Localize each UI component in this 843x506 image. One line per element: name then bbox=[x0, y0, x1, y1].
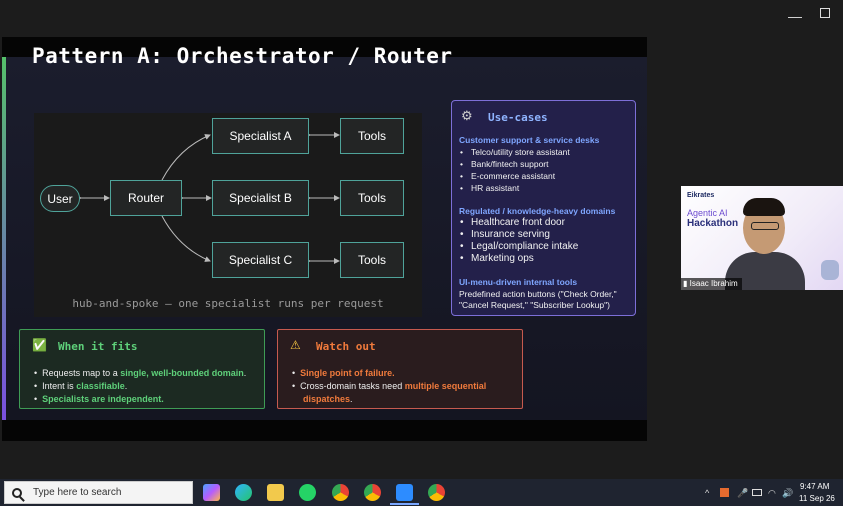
clock-time[interactable]: 9:47 AM bbox=[800, 482, 829, 491]
taskbar: Type here to search ^ 🎤 ◠ 🔊 9:47 AM 11 S… bbox=[0, 479, 843, 506]
copilot-icon[interactable] bbox=[203, 484, 220, 501]
node-user: User bbox=[40, 185, 80, 212]
node-tools-a: Tools bbox=[340, 118, 404, 154]
wifi-icon[interactable]: ◠ bbox=[768, 488, 776, 499]
list-item: • Specialists are independent. bbox=[34, 394, 164, 404]
accent-bar bbox=[2, 57, 6, 420]
use-cases-title: Use-cases bbox=[488, 111, 548, 124]
edge-icon[interactable] bbox=[235, 484, 252, 501]
background-text: Agentic AI bbox=[687, 208, 728, 218]
list-item: • Requests map to a single, well-bounded… bbox=[34, 368, 247, 378]
watch-out-title: Watch out bbox=[316, 340, 376, 353]
diagram-caption: hub-and-spoke — one specialist runs per … bbox=[72, 297, 384, 310]
list-item: • Legal/compliance intake bbox=[460, 241, 579, 252]
participant-name: ▮ Isaac Ibrahim bbox=[681, 278, 742, 290]
whatsapp-icon[interactable] bbox=[299, 484, 316, 501]
microphone-icon[interactable]: 🎤 bbox=[737, 488, 748, 499]
background-text: Hackathon bbox=[687, 218, 739, 229]
chrome-icon[interactable] bbox=[428, 484, 445, 501]
tray-app-icon[interactable] bbox=[720, 488, 729, 497]
search-box[interactable]: Type here to search bbox=[4, 481, 193, 504]
brand-logo: Eikrates bbox=[687, 192, 715, 199]
list-item: • Marketing ops bbox=[460, 253, 534, 264]
volume-icon[interactable]: 🔊 bbox=[782, 488, 793, 499]
list-item: • Cross-domain tasks need multiple seque… bbox=[292, 381, 487, 391]
list-item: • Telco/utility store assistant bbox=[460, 147, 570, 157]
search-icon bbox=[12, 487, 22, 498]
restore-button[interactable] bbox=[820, 8, 830, 18]
minimize-button[interactable]: — bbox=[788, 8, 802, 24]
battery-icon[interactable] bbox=[752, 489, 762, 496]
use-case-text: Predefined action buttons ("Check Order,… bbox=[459, 289, 617, 299]
use-case-heading: Regulated / knowledge-heavy domains bbox=[459, 206, 616, 216]
person-hair bbox=[743, 198, 785, 216]
robot-mascot bbox=[821, 260, 839, 280]
clock-date[interactable]: 11 Sep 26 bbox=[799, 494, 835, 503]
list-item: • Insurance serving bbox=[460, 229, 550, 240]
node-specialist-a: Specialist A bbox=[212, 118, 309, 154]
node-specialist-b: Specialist B bbox=[212, 180, 309, 216]
list-item-continuation: dispatches. bbox=[303, 394, 353, 404]
active-app-indicator bbox=[390, 503, 419, 505]
use-case-heading: Customer support & service desks bbox=[459, 135, 600, 145]
slide-title: Pattern A: Orchestrator / Router bbox=[32, 44, 453, 68]
when-it-fits-title: When it fits bbox=[58, 340, 138, 353]
list-item: • Healthcare front door bbox=[460, 217, 565, 228]
node-tools-b: Tools bbox=[340, 180, 404, 216]
use-case-heading: UI-menu-driven internal tools bbox=[459, 277, 578, 287]
letterbox-bottom bbox=[2, 420, 647, 441]
router-diagram: User Router Specialist A Specialist B Sp… bbox=[34, 113, 422, 317]
watch-out-box: ⚠ Watch out • Single point of failure. •… bbox=[277, 329, 523, 409]
chrome-icon[interactable] bbox=[364, 484, 381, 501]
use-cases-panel: ⚙ Use-cases Customer support & service d… bbox=[451, 100, 636, 316]
node-router: Router bbox=[110, 180, 182, 216]
webcam-tile[interactable]: Eikrates Agentic AI Hackathon ▮ Isaac Ib… bbox=[681, 186, 843, 290]
check-icon: ✅ bbox=[32, 338, 47, 352]
node-tools-c: Tools bbox=[340, 242, 404, 278]
zoom-icon[interactable] bbox=[396, 484, 413, 501]
list-item: • HR assistant bbox=[460, 183, 520, 193]
search-placeholder: Type here to search bbox=[33, 487, 122, 498]
warning-icon: ⚠ bbox=[290, 338, 301, 352]
file-explorer-icon[interactable] bbox=[267, 484, 284, 501]
when-it-fits-box: ✅ When it fits • Requests map to a singl… bbox=[19, 329, 265, 409]
list-item: • Intent is classifiable. bbox=[34, 381, 128, 391]
signal-icon: ▮ bbox=[683, 279, 688, 288]
use-case-text: "Cancel Request," "Subscriber Lookup") bbox=[459, 300, 610, 310]
gear-icon: ⚙ bbox=[461, 108, 473, 123]
list-item: • Single point of failure. bbox=[292, 368, 395, 378]
chrome-icon[interactable] bbox=[332, 484, 349, 501]
node-specialist-c: Specialist C bbox=[212, 242, 309, 278]
chevron-up-icon[interactable]: ^ bbox=[705, 488, 709, 498]
glasses bbox=[751, 222, 779, 230]
list-item: • Bank/fintech support bbox=[460, 159, 549, 169]
list-item: • E-commerce assistant bbox=[460, 171, 556, 181]
